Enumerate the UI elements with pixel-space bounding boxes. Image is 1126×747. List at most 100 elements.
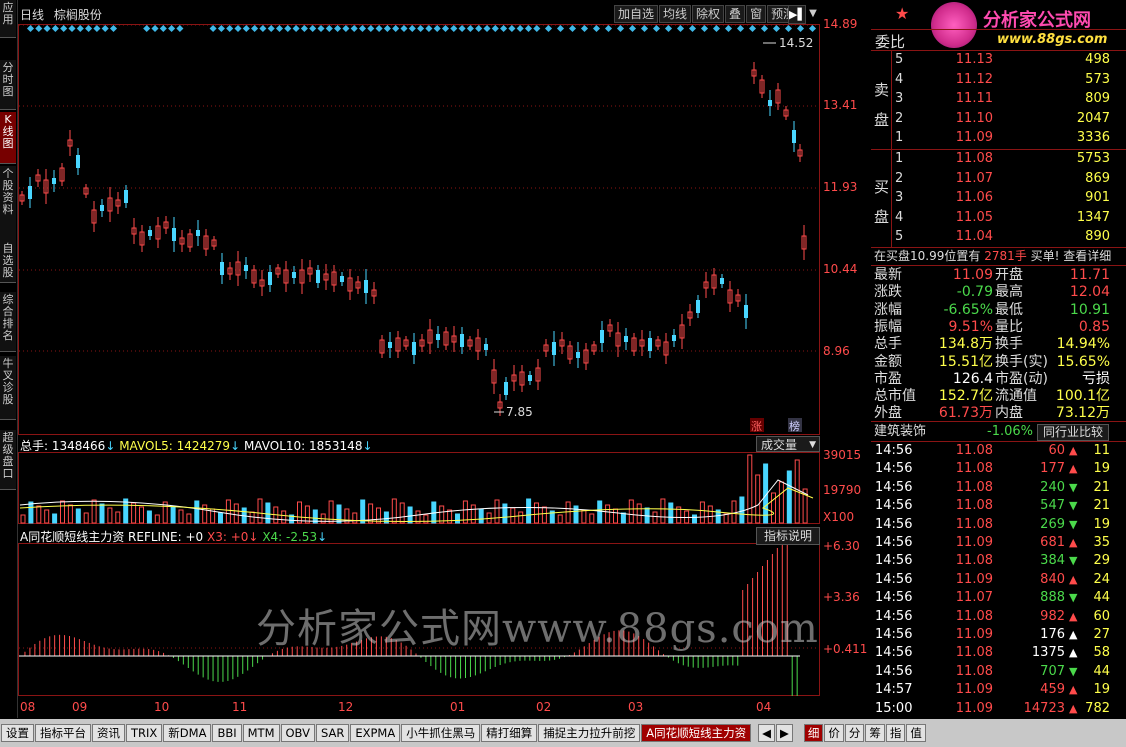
tick-volume: 459 [1040,682,1065,698]
toolbar-button-2[interactable]: 除权 [692,5,725,23]
tick-volume: 1375 [1031,645,1065,661]
right-panel-tab-0[interactable]: 细 [803,724,824,742]
volume-bar [52,513,58,524]
signal-diamond [628,24,637,33]
tick-count: 35 [1093,535,1110,550]
left-tab-1[interactable]: 分时图 [0,60,16,110]
candle-body [600,330,604,343]
right-panel-tab-2[interactable]: 分 [844,724,865,742]
quote-row: 市盈 126.4 市盈(动) 亏损 [871,370,1126,388]
bottom-tab-6[interactable]: MTM [242,724,280,742]
left-tab-6[interactable]: 牛叉诊股 [0,356,16,420]
big-order-notice: 在买盘10.99位置有 2781手 买单! 查看详细 [871,247,1126,265]
candle-body [624,336,628,342]
level: 3 [895,190,904,205]
signal-diamond [604,24,613,33]
right-panel-tab-5[interactable]: 值 [906,724,926,742]
signal-diamond [556,24,565,33]
right-panel-tab-3[interactable]: 筹 [865,724,885,742]
bottom-tab-1[interactable]: 指标平台 [35,724,91,742]
left-tab-3[interactable]: 个股资料 [0,166,16,246]
signal-diamond [748,24,757,33]
candle-body [672,335,676,341]
left-tab-7[interactable]: 超级盘口 [0,430,16,490]
candle-body [148,230,152,236]
volume-bar [778,481,784,524]
exit-icon[interactable]: ▶▌ [788,5,806,24]
tick-volume: 384 [1040,553,1065,569]
bottom-tab-4[interactable]: 新DMA [163,724,212,742]
quote-label: 内盘 [995,405,1023,422]
bottom-tab-2[interactable]: 资讯 [92,724,125,742]
volume-bar [257,498,263,524]
bottom-tab-8[interactable]: SAR [315,724,350,742]
signal-diamond [712,24,721,33]
bottom-tab-5[interactable]: BBI [212,724,242,742]
level-price: 11.10 [955,110,993,126]
left-tab-2[interactable]: K线图 [0,112,16,164]
signal-diamond [358,24,367,33]
left-tab-5[interactable]: 综合排名 [0,292,16,352]
high-label: 14.52 [779,36,813,50]
bottom-tab-0[interactable]: 设置 [1,724,34,742]
candle-body [220,262,224,275]
orderbook-row: 3 11.06 901 [871,189,1126,207]
bottom-tab-3[interactable]: TRIX [126,724,163,742]
signal-diamond [176,24,184,33]
industry-compare-button[interactable]: 同行业比较 [1037,424,1109,441]
right-panel-tab-4[interactable]: 指 [885,724,906,742]
tick-time: 14:56 [875,498,913,514]
tick-volume: 176 [1040,627,1065,642]
tick-price: 11.09 [955,682,993,698]
tick-count: 11 [1093,443,1110,458]
quote-label: 量比 [995,318,1023,335]
volume-bar [391,498,397,524]
tick-time: 14:56 [875,516,913,532]
orderbook-row: 1 11.09 3336 [871,129,1126,147]
tick-row: 14:56 11.09 176 ▲ 27 [871,626,1126,644]
volume-axis-label: 19790 [823,483,861,497]
quote-row: 外盘 61.73万 内盘 73.12万 [871,404,1126,422]
notice-detail-link[interactable]: 查看详细 [1063,249,1111,263]
level-volume: 3336 [1076,130,1110,145]
toolbar-button-4[interactable]: 窗 [746,5,767,23]
candle-body [768,100,772,106]
chevron-down-icon[interactable]: ▼ [806,5,820,22]
tick-volume: 60 [1048,443,1065,458]
quote-row: 振幅 9.51% 量比 0.85 [871,318,1126,336]
toolbar-button-1[interactable]: 均线 [659,5,692,23]
bottom-tab-9[interactable]: EXPMA [350,724,401,742]
candle-body [340,276,344,282]
tab-scroll: ◀ ▶ [757,724,793,742]
toolbar-button-0[interactable]: 加自选 [614,5,659,23]
level: 2 [895,110,904,126]
down-arrow-icon: ▼ [1069,664,1078,678]
tick-price: 11.08 [955,608,993,624]
left-tab-0[interactable]: 应用 [0,0,16,38]
bottom-tab-11[interactable]: 精打细算 [481,724,538,742]
toolbar-button-3[interactable]: 叠 [725,5,746,23]
indicator-help-button[interactable]: 指标说明 [756,527,820,545]
quote-row: 涨幅 -6.65% 最低 10.91 [871,301,1126,319]
quote-label: 涨跌 [874,284,902,301]
orderbook-row: 1 11.08 5753 [871,150,1126,168]
scroll-right-icon[interactable]: ▶ [775,724,793,742]
bottom-tab-7[interactable]: OBV [280,724,315,742]
tick-count: 29 [1093,553,1110,569]
signal-diamond [292,24,300,33]
bottom-tab-13[interactable]: A同花顺短线主力资 [641,724,752,742]
volume-bar [36,505,42,524]
scroll-left-icon[interactable]: ◀ [758,724,775,742]
level-price: 11.04 [955,229,993,244]
left-tab-4[interactable]: 自选股 [0,241,16,283]
tick-row: 14:56 11.08 1375 ▲ 58 [871,644,1126,662]
tick-row: 14:56 11.09 681 ▲ 35 [871,534,1126,552]
volume-bar [739,496,745,524]
candle-body [196,230,200,236]
volume-bar [597,500,603,524]
volume-selector[interactable]: 成交量 ▼ [756,436,820,452]
bottom-tab-12[interactable]: 捕捉主力拉升前挖 [538,724,641,742]
right-panel-tab-1[interactable]: 价 [824,724,844,742]
chevron-down-icon: ▼ [809,440,816,450]
bottom-tab-10[interactable]: 小牛抓住黑马 [401,724,481,742]
